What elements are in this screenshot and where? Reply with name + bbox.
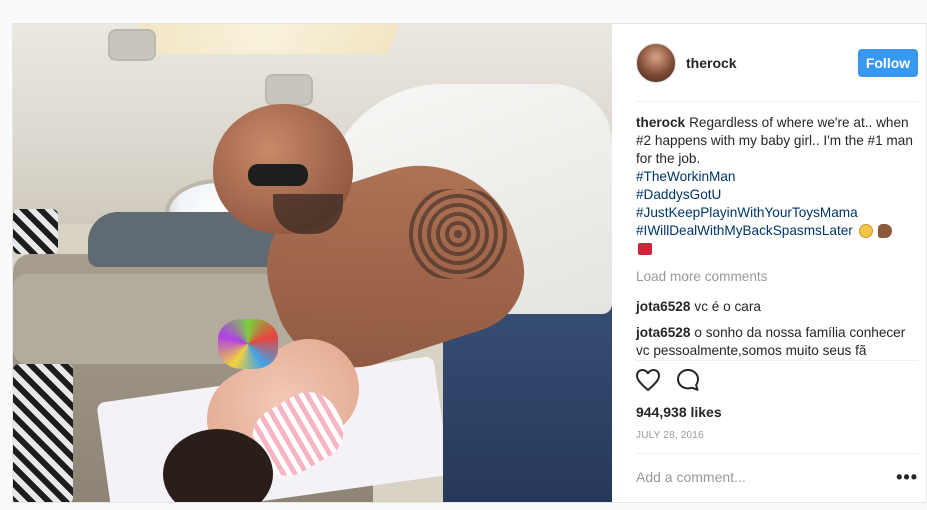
comment: jota6528 o sonho da nossa família conhece…: [636, 324, 918, 360]
sunglasses: [248, 164, 308, 186]
heart-icon: [636, 369, 660, 391]
like-button[interactable]: [636, 369, 660, 391]
instagram-post: therock Follow therock Regardless of wher…: [12, 23, 927, 503]
divider: [636, 360, 918, 361]
cabin-light: [127, 24, 399, 54]
speech-bubble-icon: [677, 369, 699, 391]
comment: jota6528 vc é o cara: [636, 298, 918, 316]
caption-author-link[interactable]: therock: [636, 115, 685, 130]
more-options-button[interactable]: •••: [896, 468, 918, 486]
post-photo[interactable]: [13, 24, 612, 502]
grimacing-face-emoji: [858, 224, 873, 239]
divider: [636, 453, 918, 454]
baby-toy: [218, 319, 278, 369]
divider: [636, 101, 918, 102]
pillow: [13, 364, 73, 502]
follow-button[interactable]: Follow: [858, 49, 918, 77]
comment-text: vc é o cara: [694, 299, 761, 314]
hashtag-link[interactable]: #DaddysGotU: [636, 186, 918, 204]
hashtag-link[interactable]: #IWillDealWithMyBackSpasmsLater: [636, 223, 853, 238]
avatar[interactable]: [636, 43, 676, 83]
post-date[interactable]: JULY 28, 2016: [636, 430, 704, 441]
hashtag-link[interactable]: #JustKeepPlayinWithYourToysMama: [636, 204, 918, 222]
hashtag-link[interactable]: #TheWorkinMan: [636, 168, 918, 186]
pillow: [13, 209, 58, 254]
comment-author-link[interactable]: jota6528: [636, 299, 690, 314]
hundred-points-emoji: [638, 243, 652, 256]
arm-tattoo: [408, 189, 508, 279]
post-header: therock Follow: [612, 24, 926, 102]
comments-section: therock Regardless of where we're at.. wh…: [636, 114, 918, 368]
username-link[interactable]: therock: [686, 55, 858, 71]
air-vent: [265, 74, 313, 106]
comment-author-link[interactable]: jota6528: [636, 325, 690, 340]
comment-button[interactable]: [676, 368, 700, 392]
load-more-comments-button[interactable]: Load more comments: [636, 268, 918, 286]
add-comment-bar: •••: [636, 464, 918, 490]
add-comment-input[interactable]: [636, 469, 876, 485]
flexed-biceps-emoji: [878, 224, 893, 239]
post-side-panel: therock Follow therock Regardless of wher…: [612, 24, 926, 502]
likes-count[interactable]: 944,938 likes: [636, 404, 722, 420]
air-vent: [108, 29, 156, 61]
action-bar: [636, 368, 700, 392]
caption: therock Regardless of where we're at.. wh…: [636, 114, 918, 258]
